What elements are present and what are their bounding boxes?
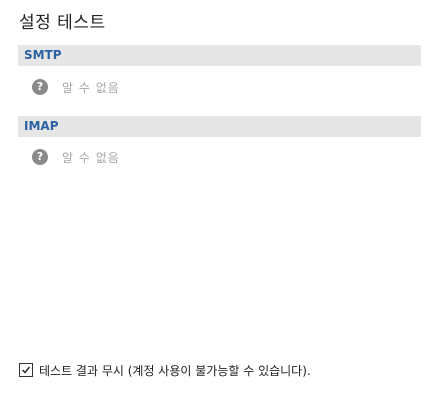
status-text-smtp: 알 수 없음 [62, 81, 120, 95]
status-text-imap: 알 수 없음 [62, 151, 120, 165]
checkmark-icon [22, 366, 31, 374]
section-label-smtp: SMTP [24, 48, 62, 62]
section-label-imap: IMAP [24, 119, 59, 133]
help-icon: ? [32, 149, 48, 165]
page-title: 설정 테스트 [19, 13, 106, 33]
help-icon: ? [32, 79, 48, 95]
section-header-imap: IMAP [18, 116, 421, 137]
ignore-results-label[interactable]: 테스트 결과 무시 (계정 사용이 불가능할 수 있습니다). [39, 362, 311, 379]
ignore-results-checkbox[interactable] [19, 363, 33, 377]
section-header-smtp: SMTP [18, 45, 421, 66]
settings-test-panel: 설정 테스트 SMTP ? 알 수 없음 IMAP ? 알 수 없음 테스트 결… [0, 0, 433, 404]
